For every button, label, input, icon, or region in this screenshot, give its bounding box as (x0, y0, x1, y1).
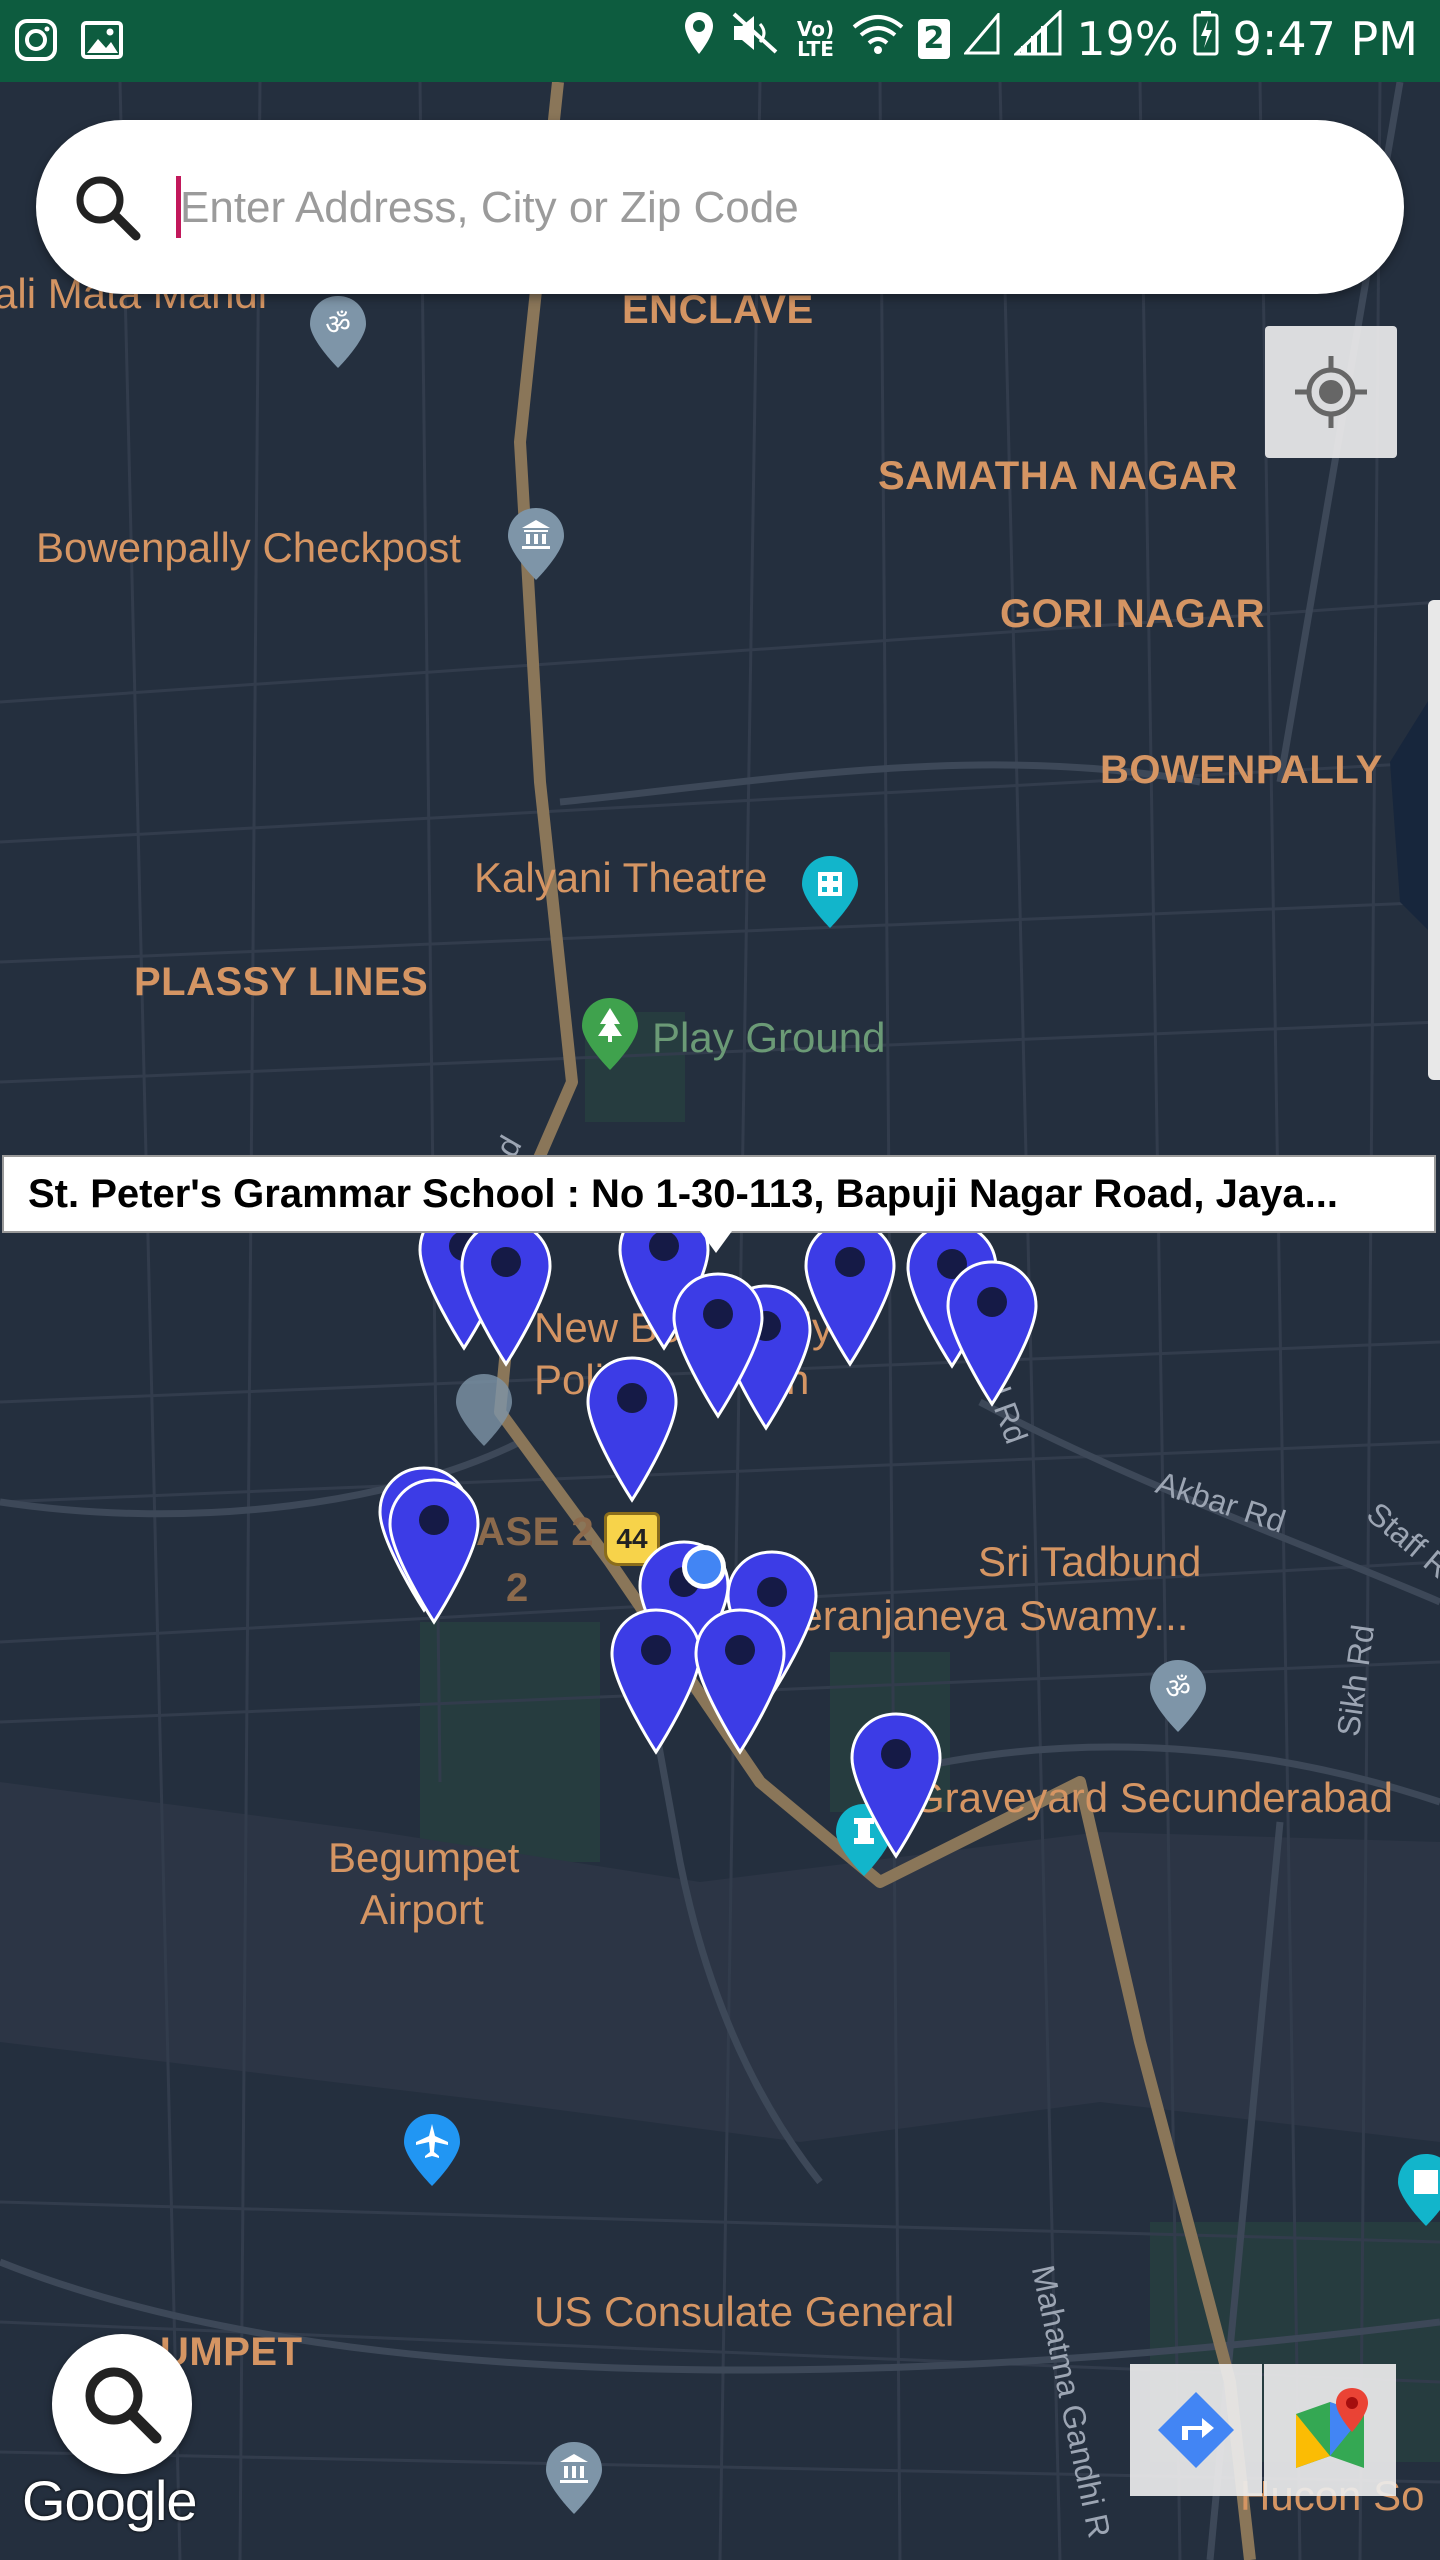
directions-icon (1158, 2392, 1234, 2468)
gallery-icon (80, 18, 124, 67)
wifi-icon (852, 12, 904, 66)
label-kalyani-theatre: Kalyani Theatre (474, 854, 768, 901)
label-airport: Airport (360, 1886, 484, 1933)
government-building-icon[interactable] (506, 506, 566, 582)
crosshair-icon (1295, 356, 1367, 428)
battery-charging-icon (1193, 10, 1219, 67)
label-gori-nagar: GORI NAGAR (1000, 592, 1265, 636)
theatre-icon[interactable] (800, 854, 860, 930)
sim-badge: 2 (917, 18, 951, 59)
my-location-dot (682, 1545, 726, 1589)
address-search-input[interactable] (178, 160, 1362, 256)
label-veeranjaneya-swamy: eeranjaneya Swamy... (776, 1592, 1189, 1639)
school-marker[interactable] (848, 1710, 944, 1860)
school-marker[interactable] (802, 1218, 898, 1368)
temple-icon-2[interactable]: ॐ (1148, 1658, 1208, 1734)
address-search-bar[interactable] (36, 120, 1404, 294)
volte-icon: Vo) LTE (794, 19, 838, 59)
google-maps-icon (1296, 2388, 1368, 2468)
signal-icon-2 (1012, 8, 1062, 67)
search-icon (76, 176, 141, 241)
airport-icon[interactable] (402, 2112, 462, 2188)
school-marker[interactable] (692, 1606, 788, 1756)
label-sri-tadbund: Sri Tadbund (978, 1538, 1202, 1585)
label-enclave: ENCLAVE (622, 288, 814, 332)
police-icon[interactable] (454, 1372, 514, 1448)
mute-icon (730, 10, 780, 67)
network-label: Vo) LTE (796, 16, 835, 61)
open-in-maps-button[interactable] (1264, 2364, 1396, 2496)
marker-info-window[interactable]: St. Peter's Grammar School : No 1-30-113… (2, 1155, 1436, 1233)
label-bowenpally: BOWENPALLY (1100, 748, 1383, 792)
school-marker[interactable] (584, 1354, 680, 1504)
battery-percent: 19% (1076, 11, 1179, 66)
map-view[interactable]: ENCLAVE SAMATHA NAGAR GORI NAGAR BOWENPA… (0, 82, 1440, 2560)
label-plassy-lines: PLASSY LINES (134, 960, 429, 1004)
status-bar: Vo) LTE 2 19% 9:47 PM (0, 0, 1440, 82)
location-icon (682, 10, 716, 67)
svg-text:ॐ: ॐ (325, 308, 351, 341)
label-phase-2-number: 2 (506, 1566, 529, 1610)
status-bar-right: Vo) LTE 2 19% 9:47 PM (682, 8, 1418, 67)
status-bar-left (14, 18, 124, 67)
label-us-consulate: US Consulate General (534, 2288, 955, 2335)
my-location-button[interactable] (1265, 326, 1397, 458)
label-phase-2: ASE 2 (476, 1510, 595, 1554)
school-marker[interactable] (386, 1476, 482, 1626)
search-fab-icon (85, 2367, 162, 2444)
school-marker[interactable] (608, 1606, 704, 1756)
school-marker[interactable] (670, 1270, 766, 1420)
label-play-ground: Play Ground (652, 1014, 886, 1061)
google-attribution: Google (22, 2469, 198, 2532)
label-graveyard-secunderabad: Graveyard Secunderabad (912, 1774, 1393, 1821)
signal-icon-1 (963, 10, 1000, 66)
temple-icon[interactable]: ॐ (308, 294, 368, 370)
side-drawer-handle[interactable] (1428, 600, 1440, 1080)
park-icon[interactable] (580, 996, 640, 1072)
consulate-icon[interactable] (544, 2440, 604, 2516)
svg-text:ॐ: ॐ (1165, 1672, 1191, 1705)
label-samatha-nagar: SAMATHA NAGAR (878, 454, 1238, 498)
instagram-icon (14, 18, 58, 67)
label-bowenpally-checkpost: Bowenpally Checkpost (36, 524, 461, 571)
clock: 9:47 PM (1232, 11, 1418, 66)
theatre-icon-2[interactable] (1396, 2152, 1440, 2228)
info-window-pointer (700, 1231, 732, 1253)
label-begumpet: Begumpet (328, 1834, 520, 1881)
directions-button[interactable] (1130, 2364, 1262, 2496)
school-marker[interactable] (944, 1258, 1040, 1408)
search-fab[interactable] (52, 2334, 192, 2474)
school-marker[interactable] (458, 1218, 554, 1368)
